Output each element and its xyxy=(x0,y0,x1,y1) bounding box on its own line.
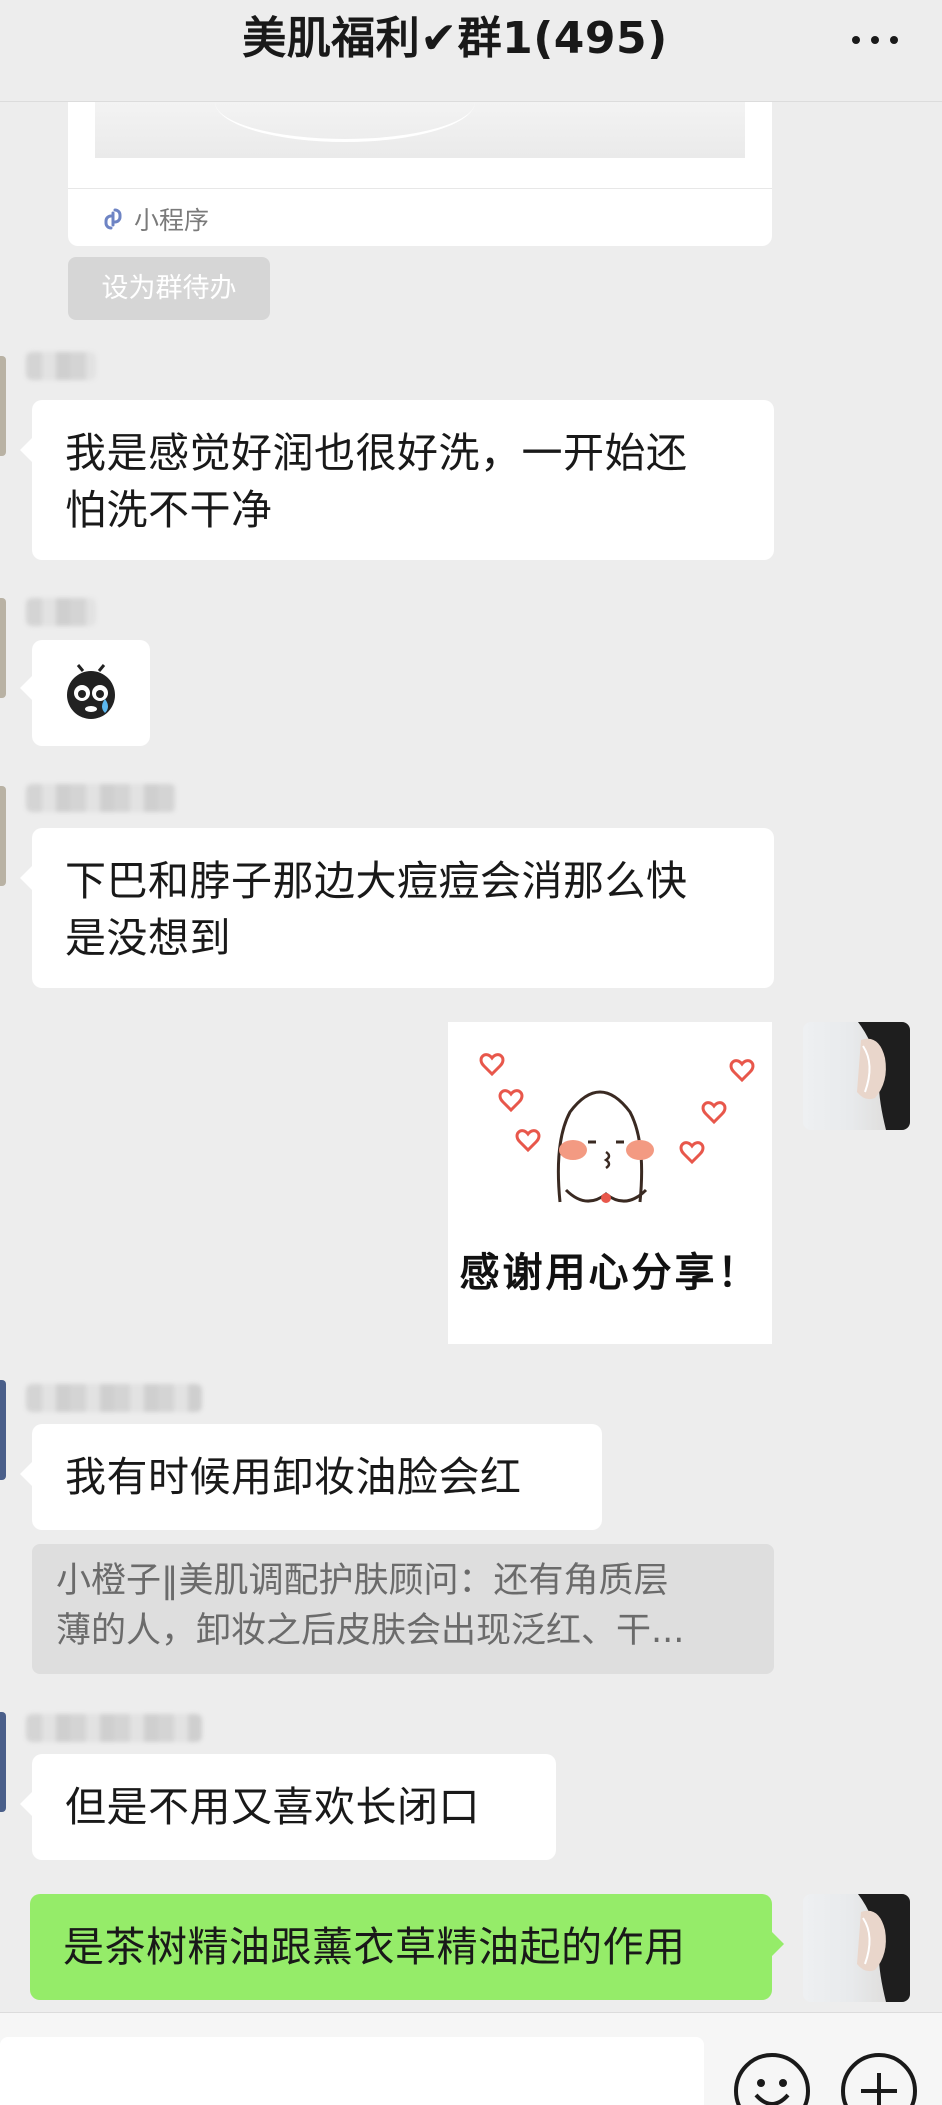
profile-photo xyxy=(857,1894,910,2002)
set-group-todo-button[interactable]: 设为群待办 xyxy=(68,257,270,320)
mini-program-label: 小程序 xyxy=(134,206,210,235)
avatar[interactable] xyxy=(0,356,6,456)
quoted-message[interactable]: 小橙子‖美肌调配护肤顾问：还有角质层 薄的人，卸妆之后皮肤会出现泛红、干... xyxy=(32,1544,774,1674)
crying-emoji-icon xyxy=(67,664,115,719)
thanks-sticker-image xyxy=(479,1053,755,1203)
sender-name xyxy=(26,1384,202,1412)
my-message-bubble[interactable]: 是茶树精油跟薰衣草精油起的作用 xyxy=(30,1894,784,2000)
chat-header: 美肌福利✔群1(495) xyxy=(0,0,942,102)
emoji-smile-icon[interactable] xyxy=(734,2053,810,2105)
more-dots-icon[interactable] xyxy=(852,30,902,50)
quote-line: 薄的人，卸妆之后皮肤会出现泛红、干... xyxy=(56,1611,685,1651)
message-bubble[interactable]: 但是不用又喜欢长闭口 xyxy=(20,1754,556,1860)
message-bubble[interactable]: 下巴和脖子那边大痘痘会消那么快 是没想到 xyxy=(20,828,774,988)
avatar[interactable] xyxy=(0,1712,6,1812)
message-bubble[interactable]: 我有时候用卸妆油脸会红 xyxy=(20,1424,602,1530)
sticker-caption: 感谢用心分享！ xyxy=(459,1249,761,1296)
message-line: 怕洗不干净 xyxy=(65,486,273,534)
message-bubble[interactable]: 我是感觉好润也很好洗，一开始还 怕洗不干净 xyxy=(20,400,774,560)
quote-line: 小橙子‖美肌调配护肤顾问：还有角质层 xyxy=(56,1561,669,1601)
emoji-message-bubble[interactable] xyxy=(20,640,150,746)
avatar[interactable] xyxy=(803,1022,910,1130)
link-icon xyxy=(104,208,122,230)
avatar[interactable] xyxy=(0,1380,6,1480)
sticker-message[interactable]: 感谢用心分享！ xyxy=(448,1022,772,1344)
avatar[interactable] xyxy=(0,786,6,886)
avatar[interactable] xyxy=(0,598,6,698)
message-line: 下巴和脖子那边大痘痘会消那么快 xyxy=(65,857,688,905)
sender-name xyxy=(26,352,96,380)
card-footer: 小程序 xyxy=(100,202,209,236)
mini-program-card[interactable]: 小程序 xyxy=(68,102,772,246)
message-line: 是没想到 xyxy=(65,914,231,962)
message-input[interactable] xyxy=(0,2037,704,2105)
plus-icon[interactable] xyxy=(841,2053,917,2105)
mini-program-thumbnail xyxy=(95,102,745,158)
profile-photo xyxy=(857,1022,910,1130)
sender-name xyxy=(26,1714,202,1742)
message-line: 我是感觉好润也很好洗，一开始还 xyxy=(65,429,688,477)
avatar[interactable] xyxy=(803,1894,910,2002)
input-bar xyxy=(0,2012,942,2105)
sender-name xyxy=(26,598,96,626)
sender-name xyxy=(26,784,176,812)
card-divider xyxy=(68,188,772,189)
chat-title: 美肌福利✔群1(495) xyxy=(242,13,668,64)
